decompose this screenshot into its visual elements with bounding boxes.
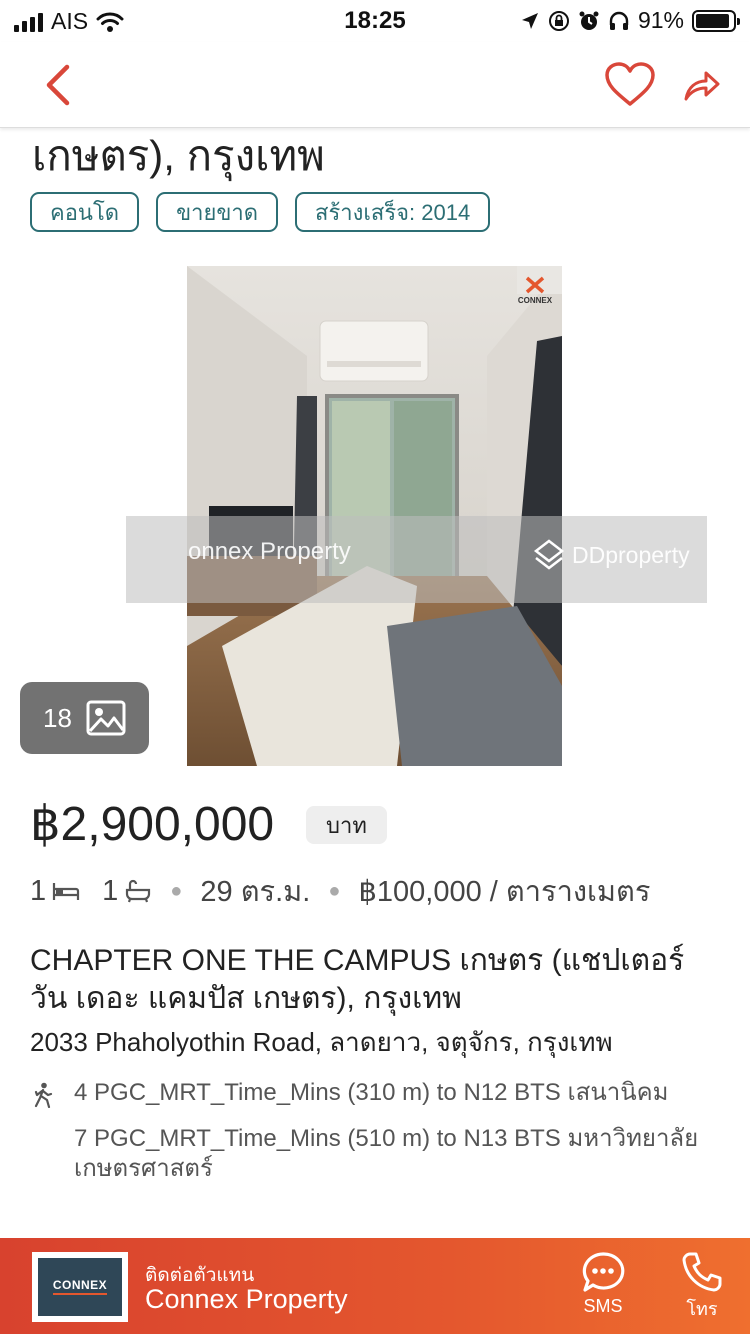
headphones-icon bbox=[609, 11, 629, 30]
tag-property-type: คอนโด bbox=[30, 192, 140, 232]
listing-tags: คอนโด ขายขาด สร้างเสร็จ: 2014 bbox=[30, 192, 491, 232]
alarm-icon bbox=[579, 11, 599, 30]
transit-text: 7 PGC_MRT_Time_Mins (510 m) to N13 BTS ม… bbox=[74, 1125, 699, 1182]
call-button[interactable]: โทร bbox=[680, 1250, 724, 1323]
spec-separator: ● bbox=[170, 879, 183, 902]
transit-list: 4 PGC_MRT_Time_Mins (310 m) to N12 BTS เ… bbox=[30, 1078, 730, 1200]
bathroom-count: 1 bbox=[102, 874, 119, 907]
spec-separator: ● bbox=[328, 879, 341, 902]
contact-footer: CONNEX ติดต่อตัวแทน Connex Property SMS … bbox=[0, 1238, 750, 1334]
listing-title-partial: เกษตร), กรุงเทพ bbox=[32, 132, 325, 179]
agent-logo-mark: CONNEX bbox=[38, 1258, 122, 1316]
logo-underline-icon bbox=[53, 1293, 107, 1295]
listing-address: 2033 Phaholyothin Road, ลาดยาว, จตุจักร,… bbox=[30, 1027, 613, 1057]
bathtub-icon bbox=[126, 879, 151, 903]
sms-button[interactable]: SMS bbox=[580, 1250, 626, 1317]
gallery-count-button[interactable]: 18 bbox=[20, 682, 149, 754]
chat-bubble-icon bbox=[582, 1252, 625, 1292]
transit-text: 4 PGC_MRT_Time_Mins (310 m) to N12 BTS เ… bbox=[74, 1079, 669, 1106]
status-right: 91% bbox=[520, 7, 740, 34]
photo-corner-logo-text: CONNEX bbox=[517, 296, 553, 305]
currency-badge: บาท bbox=[306, 806, 387, 844]
share-button[interactable] bbox=[672, 56, 732, 114]
nav-bar bbox=[0, 42, 750, 128]
call-label: โทร bbox=[686, 1299, 718, 1319]
ddproperty-logo-icon bbox=[533, 539, 565, 570]
walking-icon bbox=[34, 1082, 53, 1108]
battery-percent: 91% bbox=[637, 7, 684, 33]
watermark-portal: DDproperty bbox=[532, 538, 690, 572]
photo-count: 18 bbox=[43, 702, 72, 733]
price-per-area: ฿100,000 / ตารางเมตร bbox=[358, 876, 651, 908]
bedrooms: 1 bbox=[30, 875, 80, 908]
sms-label: SMS bbox=[583, 1296, 623, 1316]
listing-price: ฿2,900,000 bbox=[30, 798, 275, 851]
phone-icon bbox=[682, 1252, 722, 1292]
bathrooms: 1 bbox=[102, 875, 152, 908]
watermark-agency: onnex Property bbox=[188, 538, 351, 565]
agent-name[interactable]: Connex Property bbox=[145, 1284, 348, 1315]
tag-sale-type: ขายขาด bbox=[156, 192, 279, 232]
location-icon bbox=[521, 12, 538, 29]
share-arrow-icon bbox=[684, 71, 720, 101]
agent-logo[interactable]: CONNEX bbox=[32, 1252, 128, 1322]
heart-outline-icon bbox=[605, 62, 655, 106]
rotation-lock-icon bbox=[548, 10, 569, 31]
agent-logo-text: CONNEX bbox=[52, 1278, 108, 1292]
bed-icon bbox=[53, 883, 80, 900]
watermark-portal-text: DDproperty bbox=[572, 541, 690, 568]
floor-area: 29 ตร.ม. bbox=[200, 876, 311, 908]
connex-x-icon bbox=[525, 276, 545, 294]
image-icon bbox=[86, 700, 126, 736]
tag-completion-year: สร้างเสร็จ: 2014 bbox=[295, 192, 491, 232]
status-bar: AIS 18:25 91% bbox=[0, 0, 750, 42]
project-name: CHAPTER ONE THE CAMPUS เกษตร (แชปเตอร์ ว… bbox=[30, 944, 685, 1015]
transit-item: 7 PGC_MRT_Time_Mins (510 m) to N13 BTS ม… bbox=[30, 1124, 730, 1184]
chevron-left-icon bbox=[46, 64, 70, 106]
photo-corner-logo: CONNEX bbox=[512, 276, 558, 305]
transit-item: 4 PGC_MRT_Time_Mins (310 m) to N12 BTS เ… bbox=[30, 1078, 730, 1108]
back-button[interactable] bbox=[28, 56, 88, 114]
bedroom-count: 1 bbox=[30, 874, 47, 907]
battery-icon bbox=[692, 9, 740, 32]
listing-specs: 1 1 ● 29 ตร.ม. ● ฿100,000 / ตารางเมตร bbox=[30, 870, 650, 912]
favorite-button[interactable] bbox=[600, 56, 660, 114]
